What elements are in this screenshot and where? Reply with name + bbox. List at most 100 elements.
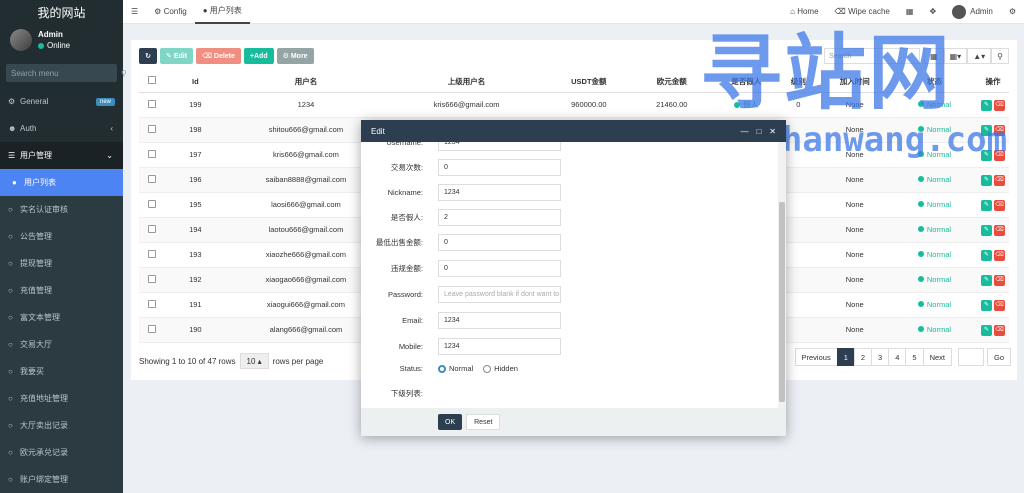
row-delete-icon[interactable]: ⌫ bbox=[994, 249, 1005, 261]
delete-button[interactable]: ⌫ Delete bbox=[196, 48, 241, 64]
row-edit-icon[interactable]: ✎ bbox=[981, 224, 992, 236]
pager-page-1[interactable]: 1 bbox=[836, 348, 855, 366]
row-edit-icon[interactable]: ✎ bbox=[981, 124, 992, 136]
row-delete-icon[interactable]: ⌫ bbox=[994, 149, 1005, 161]
wipe-cache-button[interactable]: ⌫ Wipe cache bbox=[827, 0, 898, 24]
row-edit-icon[interactable]: ✎ bbox=[981, 99, 992, 111]
status-hidden-radio[interactable] bbox=[483, 364, 492, 373]
field-input[interactable]: 0 bbox=[438, 234, 561, 251]
field-input[interactable]: 1234 bbox=[438, 312, 561, 329]
row-edit-icon[interactable]: ✎ bbox=[981, 324, 992, 336]
row-checkbox[interactable] bbox=[147, 274, 156, 283]
row-checkbox[interactable] bbox=[147, 174, 156, 183]
sidebar-item-notice[interactable]: ○ 公告管理 bbox=[0, 223, 123, 250]
home-link[interactable]: ⌂ Home bbox=[782, 0, 826, 24]
ok-button[interactable]: OK bbox=[438, 414, 463, 430]
sidebar-item-recharge[interactable]: ○ 充值管理 bbox=[0, 277, 123, 304]
advanced-search-icon[interactable]: ⚲ bbox=[991, 48, 1009, 64]
dialog-header[interactable]: Edit — □ ✕ bbox=[361, 120, 786, 142]
export-icon[interactable]: ▲▾ bbox=[967, 48, 992, 64]
row-checkbox[interactable] bbox=[147, 299, 156, 308]
pager-page-5[interactable]: 5 bbox=[905, 348, 924, 366]
menu-toggle-icon[interactable]: ☰ bbox=[123, 0, 146, 24]
menu-search-input[interactable] bbox=[11, 68, 121, 78]
sidebar-item-auth[interactable]: ☻ Auth ‹ bbox=[0, 115, 123, 142]
close-icon[interactable]: ✕ bbox=[769, 127, 776, 136]
row-delete-icon[interactable]: ⌫ bbox=[994, 274, 1005, 286]
admin-menu[interactable]: Admin bbox=[944, 0, 1001, 24]
row-edit-icon[interactable]: ✎ bbox=[981, 174, 992, 186]
col-euro[interactable]: 欧元金额 bbox=[630, 71, 714, 93]
field-input[interactable]: 1234 bbox=[438, 338, 561, 355]
language-icon[interactable]: ▦ bbox=[898, 0, 922, 24]
row-delete-icon[interactable]: ⌫ bbox=[994, 224, 1005, 236]
col-usdt[interactable]: USDT金额 bbox=[547, 71, 631, 93]
row-delete-icon[interactable]: ⌫ bbox=[994, 199, 1005, 211]
row-delete-icon[interactable]: ⌫ bbox=[994, 174, 1005, 186]
row-delete-icon[interactable]: ⌫ bbox=[994, 324, 1005, 336]
add-button[interactable]: + Add bbox=[243, 48, 274, 64]
row-delete-icon[interactable]: ⌫ bbox=[994, 99, 1005, 111]
sidebar-item-hall-sell[interactable]: ○ 大厅卖出记录 bbox=[0, 412, 123, 439]
maximize-icon[interactable]: □ bbox=[756, 127, 761, 136]
field-input[interactable]: 2 bbox=[438, 209, 561, 226]
search-icon[interactable]: ⚲ bbox=[121, 69, 127, 78]
page-size-select[interactable]: 10 ▴ bbox=[239, 353, 269, 369]
row-edit-icon[interactable]: ✎ bbox=[981, 199, 992, 211]
pager-page-4[interactable]: 4 bbox=[888, 348, 907, 366]
row-checkbox[interactable] bbox=[147, 149, 156, 158]
col-fake[interactable]: 是否假人 bbox=[713, 71, 780, 93]
pager-page-2[interactable]: 2 bbox=[853, 348, 873, 366]
field-input[interactable]: 1234 bbox=[438, 184, 561, 201]
tab-config[interactable]: ⚙ Config bbox=[146, 0, 195, 24]
minimize-icon[interactable]: — bbox=[740, 127, 748, 136]
pager-page-3[interactable]: 3 bbox=[871, 348, 890, 366]
reset-button[interactable]: Reset bbox=[466, 414, 501, 430]
col-level[interactable]: 级别 bbox=[779, 71, 818, 93]
sidebar-item-user-management[interactable]: ☰ 用户管理 ⌄ bbox=[0, 142, 123, 169]
row-delete-icon[interactable]: ⌫ bbox=[994, 299, 1005, 311]
dialog-scrollbar[interactable] bbox=[778, 142, 786, 408]
col-parent[interactable]: 上级用户名 bbox=[385, 71, 548, 93]
pager-next[interactable]: Next bbox=[922, 348, 952, 366]
row-checkbox[interactable] bbox=[147, 324, 156, 333]
col-status[interactable]: 状态 bbox=[891, 71, 978, 93]
row-edit-icon[interactable]: ✎ bbox=[981, 274, 992, 286]
settings-gears-icon[interactable]: ⚙ bbox=[1001, 0, 1024, 24]
sidebar-item-user-list[interactable]: ● 用户列表 bbox=[0, 169, 123, 196]
edit-button[interactable]: ✎ Edit bbox=[160, 48, 194, 64]
field-input[interactable]: 0 bbox=[438, 159, 561, 176]
sidebar-item-buy[interactable]: ○ 我要买 bbox=[0, 358, 123, 385]
brand-logo[interactable]: 我的网站 bbox=[0, 0, 123, 24]
sidebar-item-realname[interactable]: ○ 实名认证审核 bbox=[0, 196, 123, 223]
sidebar-item-general[interactable]: ⚙ General new bbox=[0, 88, 123, 115]
row-checkbox[interactable] bbox=[147, 224, 156, 233]
col-username[interactable]: 用户名 bbox=[226, 71, 386, 93]
row-delete-icon[interactable]: ⌫ bbox=[994, 124, 1005, 136]
row-checkbox[interactable] bbox=[147, 124, 156, 133]
sidebar-item-euro-accept[interactable]: ○ 欧元承兑记录 bbox=[0, 439, 123, 466]
sidebar-item-recharge-address[interactable]: ○ 充值地址管理 bbox=[0, 385, 123, 412]
field-input[interactable]: 0 bbox=[438, 260, 561, 277]
status-normal-radio[interactable] bbox=[438, 364, 446, 373]
fullscreen-icon[interactable]: ✥ bbox=[921, 0, 944, 24]
page-jump-input[interactable] bbox=[957, 348, 984, 366]
row-checkbox[interactable] bbox=[147, 249, 156, 258]
select-all-checkbox[interactable] bbox=[147, 76, 156, 85]
sidebar-item-withdraw[interactable]: ○ 提现管理 bbox=[0, 250, 123, 277]
row-checkbox[interactable] bbox=[147, 199, 156, 208]
row-edit-icon[interactable]: ✎ bbox=[981, 149, 992, 161]
more-button[interactable]: ⚙ More bbox=[276, 48, 314, 64]
grid-view-icon[interactable]: ▦▾ bbox=[943, 48, 968, 64]
columns-toggle-icon[interactable]: ▦ bbox=[924, 48, 944, 64]
scrollbar-thumb[interactable] bbox=[779, 202, 785, 402]
row-checkbox[interactable] bbox=[147, 99, 156, 108]
table-search-input[interactable]: Search bbox=[824, 48, 921, 64]
field-input[interactable]: 1234 bbox=[438, 142, 561, 151]
table-row[interactable]: 199 1234 kris666@gmail.com 960000.00 21460.0… bbox=[139, 92, 1009, 118]
field-input[interactable]: Leave password blank if dont want to cha… bbox=[438, 286, 561, 303]
row-edit-icon[interactable]: ✎ bbox=[981, 299, 992, 311]
refresh-button[interactable]: ↻ bbox=[139, 48, 157, 64]
sidebar-item-account-bind[interactable]: ○ 账户绑定管理 bbox=[0, 466, 123, 493]
col-id[interactable]: Id bbox=[164, 71, 227, 93]
